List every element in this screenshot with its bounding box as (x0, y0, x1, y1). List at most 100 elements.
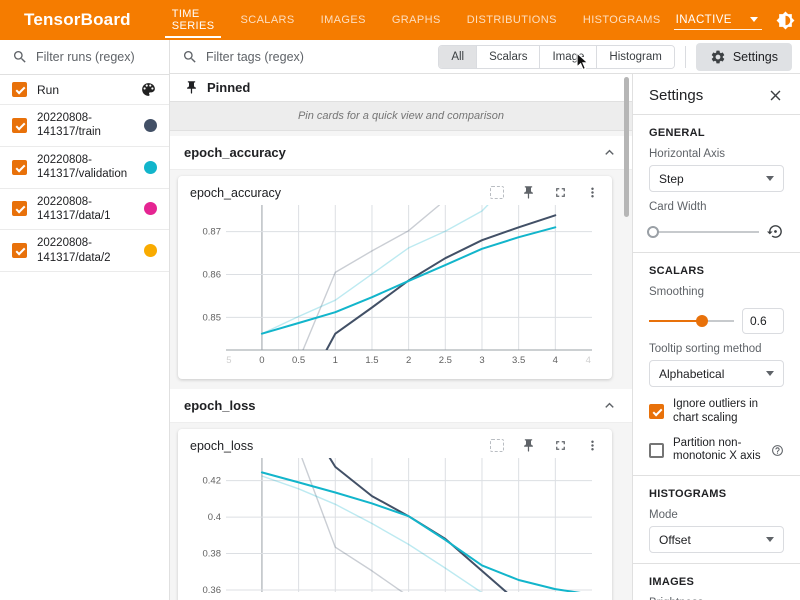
slider-handle[interactable] (696, 315, 708, 327)
svg-text:5: 5 (226, 355, 231, 366)
pin-icon[interactable] (521, 438, 536, 453)
tab-scalars[interactable]: SCALARS (227, 0, 307, 40)
svg-text:0.4: 0.4 (208, 512, 221, 523)
svg-text:4: 4 (586, 355, 591, 366)
app-title: TensorBoard (24, 10, 131, 30)
tags-filter-input[interactable] (206, 50, 356, 64)
tooltip-sorting-label: Tooltip sorting method (649, 343, 784, 355)
filter-all-button[interactable]: All (439, 46, 477, 68)
pin-icon[interactable] (521, 185, 536, 200)
runs-filter (0, 40, 169, 75)
section-epoch-accuracy[interactable]: epoch_accuracy (170, 136, 632, 170)
fullscreen-icon[interactable] (553, 438, 568, 453)
section-epoch-loss[interactable]: epoch_loss (170, 389, 632, 423)
run-color-dot (144, 202, 157, 215)
pin-hint-text: Pin cards for a quick view and compariso… (170, 101, 632, 131)
smoothing-value-input[interactable] (742, 308, 784, 334)
svg-text:0.38: 0.38 (203, 549, 222, 560)
general-heading: GENERAL (649, 127, 784, 139)
more-vert-icon[interactable] (585, 185, 600, 200)
card-epoch-loss: epoch_loss 0.360.380.40.42 (178, 429, 612, 600)
filter-scalars-button[interactable]: Scalars (477, 46, 540, 68)
select-all-runs-checkbox[interactable] (12, 82, 27, 97)
histogram-mode-select[interactable]: Offset (649, 526, 784, 553)
palette-icon[interactable] (140, 81, 157, 98)
tab-distributions[interactable]: DISTRIBUTIONS (454, 0, 570, 40)
divider (633, 475, 800, 476)
svg-text:3: 3 (479, 355, 484, 366)
smoothing-label: Smoothing (649, 286, 784, 298)
reset-icon[interactable] (767, 223, 784, 240)
horizontal-axis-select[interactable]: Step (649, 165, 784, 192)
histograms-heading: HISTOGRAMS (649, 488, 784, 500)
runs-header-row: Run (0, 75, 169, 105)
run-checkbox[interactable] (12, 243, 27, 258)
filter-image-button[interactable]: Image (540, 46, 597, 68)
epoch-loss-chart[interactable]: 0.360.380.40.42 (190, 455, 600, 595)
partition-x-axis-checkbox[interactable] (649, 443, 664, 458)
close-icon[interactable] (767, 87, 784, 104)
gear-icon (710, 49, 726, 65)
svg-text:2.5: 2.5 (439, 355, 452, 366)
ignore-outliers-checkbox[interactable] (649, 404, 664, 419)
mode-label: Mode (649, 509, 784, 521)
horizontal-axis-label: Horizontal Axis (649, 148, 784, 160)
smoothing-slider[interactable] (649, 315, 734, 327)
plugin-filter-group: All Scalars Image Histogram (438, 45, 675, 69)
epoch-accuracy-chart[interactable]: 00.511.522.533.54540.850.860.87 (190, 202, 600, 368)
runs-column-header: Run (37, 83, 140, 97)
tab-histograms[interactable]: HISTOGRAMS (570, 0, 674, 40)
tags-toolbar: All Scalars Image Histogram Settings (170, 40, 800, 74)
search-icon (12, 49, 28, 65)
scalars-heading: SCALARS (649, 265, 784, 277)
vertical-scrollbar[interactable] (624, 77, 629, 217)
svg-text:0.5: 0.5 (292, 355, 305, 366)
images-heading: IMAGES (649, 576, 784, 588)
chevron-down-icon (750, 17, 758, 22)
header-actions: INACTIVE (674, 11, 800, 30)
run-color-dot (144, 244, 157, 257)
top-nav-tabs: TIME SERIES SCALARS IMAGES GRAPHS DISTRI… (159, 0, 674, 40)
settings-button[interactable]: Settings (696, 43, 792, 71)
run-row-validation[interactable]: 20220808-141317/validation (0, 147, 169, 189)
chevron-down-icon (766, 176, 774, 181)
card-epoch-accuracy: epoch_accuracy 00.511.522.533.54540.850.… (178, 176, 612, 379)
partition-x-axis-row[interactable]: Partition non-monotonic X axis (649, 437, 784, 465)
tab-images[interactable]: IMAGES (308, 0, 379, 40)
run-row-data-1[interactable]: 20220808-141317/data/1 (0, 189, 169, 231)
chevron-up-icon[interactable] (601, 144, 618, 161)
run-checkbox[interactable] (12, 201, 27, 216)
fullscreen-icon[interactable] (553, 185, 568, 200)
divider (633, 252, 800, 253)
run-color-dot (144, 119, 157, 132)
run-checkbox[interactable] (12, 118, 27, 133)
svg-text:3.5: 3.5 (512, 355, 525, 366)
runs-filter-input[interactable] (36, 50, 146, 64)
tab-graphs[interactable]: GRAPHS (379, 0, 454, 40)
filter-histogram-button[interactable]: Histogram (597, 46, 673, 68)
divider (685, 46, 686, 68)
svg-text:1.5: 1.5 (365, 355, 378, 366)
pinned-section-header: Pinned (170, 74, 632, 101)
fit-to-data-icon[interactable] (490, 186, 504, 199)
fit-to-data-icon[interactable] (490, 439, 504, 452)
tab-time-series[interactable]: TIME SERIES (159, 0, 228, 40)
svg-text:4: 4 (553, 355, 558, 366)
divider (633, 563, 800, 564)
reload-status-select[interactable]: INACTIVE (674, 11, 762, 30)
tooltip-sorting-select[interactable]: Alphabetical (649, 360, 784, 387)
run-checkbox[interactable] (12, 160, 27, 175)
more-vert-icon[interactable] (585, 438, 600, 453)
svg-text:0.86: 0.86 (203, 269, 222, 280)
chevron-up-icon[interactable] (601, 397, 618, 414)
run-row-data-2[interactable]: 20220808-141317/data/2 (0, 230, 169, 272)
ignore-outliers-row[interactable]: Ignore outliers in chart scaling (649, 398, 784, 426)
card-width-label: Card Width (649, 201, 784, 213)
card-width-slider[interactable] (649, 226, 759, 238)
slider-handle[interactable] (647, 226, 659, 238)
help-icon[interactable] (771, 444, 784, 457)
brightness-toggle-icon[interactable] (776, 11, 795, 30)
chevron-down-icon (766, 371, 774, 376)
run-row-train[interactable]: 20220808-141317/train (0, 105, 169, 147)
svg-text:1: 1 (333, 355, 338, 366)
